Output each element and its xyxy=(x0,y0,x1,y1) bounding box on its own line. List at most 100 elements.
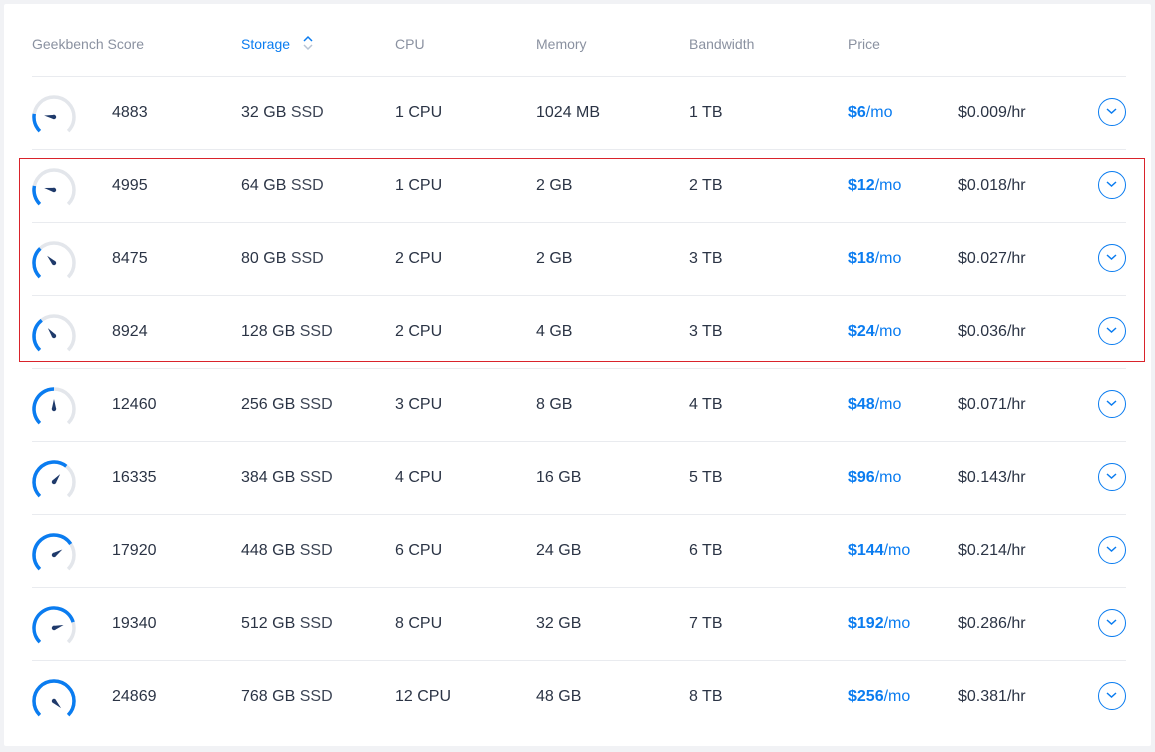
sort-up-down-icon[interactable] xyxy=(302,35,314,51)
memory-cell: 8 GB xyxy=(536,396,573,413)
chevron-down-icon xyxy=(1106,400,1117,407)
expand-row-button[interactable] xyxy=(1098,171,1126,199)
memory-cell: 4 GB xyxy=(536,323,573,340)
monthly-price: $256/mo xyxy=(848,688,910,706)
speedometer-gauge-icon xyxy=(29,92,81,133)
header-geekbench-score[interactable]: Geekbench Score xyxy=(32,36,144,52)
monthly-price: $144/mo xyxy=(848,542,910,560)
chevron-down-icon xyxy=(1106,108,1117,115)
bandwidth-cell: 7 TB xyxy=(689,615,723,632)
header-price[interactable]: Price xyxy=(848,36,880,52)
geekbench-score: 4995 xyxy=(112,177,148,194)
storage-cell: 32 GB SSD xyxy=(241,104,324,122)
monthly-price-unit: /mo xyxy=(874,469,902,486)
geekbench-score: 24869 xyxy=(112,688,157,705)
table-row[interactable]: 16335 384 GB SSD 4 CPU 16 GB 5 TB $96/mo $0.14… xyxy=(0,441,1155,514)
chevron-down-icon xyxy=(1106,546,1117,553)
storage-cell: 64 GB SSD xyxy=(241,177,324,195)
chevron-down-icon xyxy=(1106,473,1117,480)
bandwidth-cell: 3 TB xyxy=(689,323,723,340)
table-row[interactable]: 8924 128 GB SSD 2 CPU 4 GB 3 TB $24/mo $0.036/… xyxy=(0,295,1155,368)
geekbench-score: 12460 xyxy=(112,396,157,413)
storage-type: SSD xyxy=(299,688,333,705)
storage-size: 384 GB xyxy=(241,469,296,486)
table-row[interactable]: 17920 448 GB SSD 6 CPU 24 GB 6 TB $144/mo $0.2… xyxy=(0,514,1155,587)
cpu-cell: 2 CPU xyxy=(395,323,443,340)
hourly-price: $0.143/hr xyxy=(958,469,1026,486)
storage-type: SSD xyxy=(299,323,333,340)
storage-size: 448 GB xyxy=(241,542,296,559)
expand-row-button[interactable] xyxy=(1098,463,1126,491)
hourly-price: $0.036/hr xyxy=(958,323,1026,340)
expand-row-button[interactable] xyxy=(1098,98,1126,126)
hourly-price: $0.286/hr xyxy=(958,615,1026,632)
expand-row-button[interactable] xyxy=(1098,682,1126,710)
header-bandwidth[interactable]: Bandwidth xyxy=(689,36,754,52)
bandwidth-cell: 2 TB xyxy=(689,177,723,194)
storage-type: SSD xyxy=(290,104,324,121)
geekbench-score: 8924 xyxy=(112,323,148,340)
memory-cell: 32 GB xyxy=(536,615,582,632)
table-row[interactable]: 4883 32 GB SSD 1 CPU 1024 MB 1 TB $6/mo $0.009… xyxy=(0,76,1155,149)
table-row[interactable]: 8475 80 GB SSD 2 CPU 2 GB 3 TB $18/mo $0.027/h… xyxy=(0,222,1155,295)
storage-type: SSD xyxy=(299,396,333,413)
memory-cell: 2 GB xyxy=(536,177,573,194)
table-header: Geekbench Score Storage CPU Memory Bandw… xyxy=(0,0,1155,76)
chevron-down-icon xyxy=(1106,254,1117,261)
storage-size: 32 GB xyxy=(241,104,287,121)
geekbench-score: 8475 xyxy=(112,250,148,267)
storage-type: SSD xyxy=(299,542,333,559)
storage-size: 64 GB xyxy=(241,177,287,194)
expand-row-button[interactable] xyxy=(1098,317,1126,345)
storage-size: 80 GB xyxy=(241,250,287,267)
monthly-price-unit: /mo xyxy=(865,104,893,121)
speedometer-gauge-icon xyxy=(29,457,81,498)
cpu-cell: 8 CPU xyxy=(395,615,443,632)
monthly-price: $6/mo xyxy=(848,104,892,122)
expand-row-button[interactable] xyxy=(1098,244,1126,272)
monthly-price-unit: /mo xyxy=(874,396,902,413)
chevron-down-icon xyxy=(1106,181,1117,188)
table-row[interactable]: 4995 64 GB SSD 1 CPU 2 GB 2 TB $12/mo $0.018/h… xyxy=(0,149,1155,222)
speedometer-gauge-icon xyxy=(29,238,81,279)
header-memory[interactable]: Memory xyxy=(536,36,587,52)
monthly-price: $48/mo xyxy=(848,396,901,414)
geekbench-score: 4883 xyxy=(112,104,148,121)
monthly-price-amount: $256 xyxy=(848,688,884,705)
header-cpu[interactable]: CPU xyxy=(395,36,425,52)
header-storage[interactable]: Storage xyxy=(241,36,290,52)
monthly-price: $24/mo xyxy=(848,323,901,341)
bandwidth-cell: 8 TB xyxy=(689,688,723,705)
storage-type: SSD xyxy=(290,177,324,194)
geekbench-score: 19340 xyxy=(112,615,157,632)
monthly-price-unit: /mo xyxy=(883,542,911,559)
expand-row-button[interactable] xyxy=(1098,609,1126,637)
cpu-cell: 2 CPU xyxy=(395,250,443,267)
expand-row-button[interactable] xyxy=(1098,536,1126,564)
speedometer-gauge-icon xyxy=(29,530,81,571)
table-row[interactable]: 12460 256 GB SSD 3 CPU 8 GB 4 TB $48/mo $0.071… xyxy=(0,368,1155,441)
hourly-price: $0.071/hr xyxy=(958,396,1026,413)
speedometer-gauge-icon xyxy=(29,165,81,206)
geekbench-score: 17920 xyxy=(112,542,157,559)
geekbench-score: 16335 xyxy=(112,469,157,486)
monthly-price-amount: $18 xyxy=(848,250,875,267)
table-row[interactable]: 24869 768 GB SSD 12 CPU 48 GB 8 TB $256/mo $0.… xyxy=(0,660,1155,733)
storage-type: SSD xyxy=(299,615,333,632)
expand-row-button[interactable] xyxy=(1098,390,1126,418)
storage-cell: 768 GB SSD xyxy=(241,688,333,706)
speedometer-gauge-icon xyxy=(29,311,81,352)
cpu-cell: 3 CPU xyxy=(395,396,443,413)
memory-cell: 48 GB xyxy=(536,688,582,705)
storage-size: 256 GB xyxy=(241,396,296,413)
table-row[interactable]: 19340 512 GB SSD 8 CPU 32 GB 7 TB $192/mo $0.2… xyxy=(0,587,1155,660)
storage-cell: 448 GB SSD xyxy=(241,542,333,560)
storage-type: SSD xyxy=(290,250,324,267)
storage-size: 768 GB xyxy=(241,688,296,705)
hourly-price: $0.009/hr xyxy=(958,104,1026,121)
monthly-price-amount: $192 xyxy=(848,615,884,632)
storage-size: 128 GB xyxy=(241,323,296,340)
hourly-price: $0.027/hr xyxy=(958,250,1026,267)
chevron-down-icon xyxy=(1106,327,1117,334)
speedometer-gauge-icon xyxy=(29,603,81,644)
